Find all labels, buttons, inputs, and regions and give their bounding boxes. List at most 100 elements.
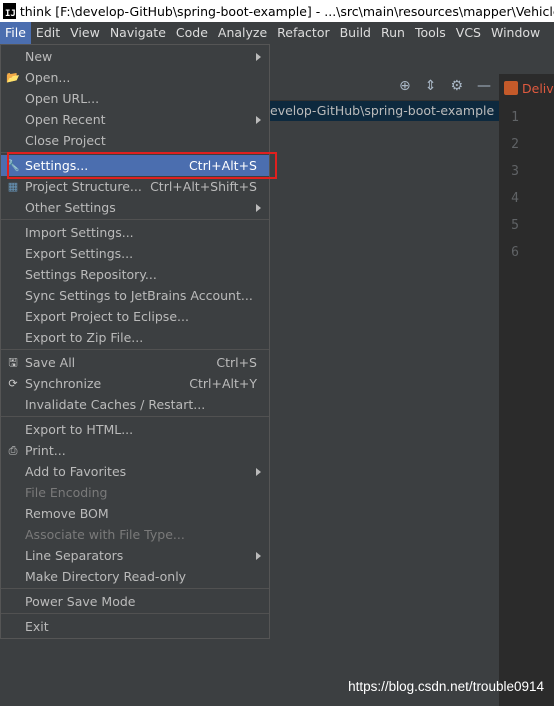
file-menu-item-sync-settings-to-jetbrains-account[interactable]: Sync Settings to JetBrains Account... [1, 285, 269, 306]
editor-tab[interactable]: Deliv [504, 76, 554, 100]
file-menu-item-export-to-zip-file[interactable]: Export to Zip File... [1, 327, 269, 348]
file-menu-item-close-project[interactable]: Close Project [1, 130, 269, 151]
file-menu-item-new[interactable]: New [1, 46, 269, 67]
menu-item-label: Synchronize [25, 376, 102, 391]
menu-item-label: Line Separators [25, 548, 124, 563]
file-menu-item-open-recent[interactable]: Open Recent [1, 109, 269, 130]
submenu-arrow-icon [256, 53, 261, 61]
file-menu-item-settings[interactable]: 🔧 Settings... Ctrl+Alt+S [1, 155, 269, 176]
line-number: 5 [511, 218, 519, 233]
project-structure-icon: ▦ [7, 179, 19, 193]
menu-item-label: Import Settings... [25, 225, 134, 240]
menu-item-label: Project Structure... [25, 179, 142, 194]
file-menu-item-associate-with-file-type: Associate with File Type... [1, 524, 269, 545]
editor-tab-label: Deliv [522, 80, 554, 96]
menu-navigate[interactable]: Navigate [105, 22, 171, 44]
file-menu-item-print[interactable]: ⎙ Print... [1, 440, 269, 461]
line-number: 2 [511, 137, 519, 152]
line-number: 6 [511, 245, 519, 260]
menu-item-label: Export Settings... [25, 246, 134, 261]
file-menu-item-settings-repository[interactable]: Settings Repository... [1, 264, 269, 285]
line-number-gutter: 1 2 3 4 5 6 [499, 104, 519, 266]
menu-separator [1, 349, 269, 350]
editor-area: Deliv 1 2 3 4 5 6 [499, 74, 554, 706]
menu-item-shortcut: Ctrl+Alt+Y [189, 376, 257, 391]
menu-separator [1, 588, 269, 589]
submenu-arrow-icon [256, 204, 261, 212]
file-menu-item-export-settings[interactable]: Export Settings... [1, 243, 269, 264]
line-number: 1 [511, 110, 519, 125]
menu-item-label: Associate with File Type... [25, 527, 185, 542]
window-title: think [F:\develop-GitHub\spring-boot-exa… [19, 3, 554, 19]
menu-item-shortcut: Ctrl+Alt+S [188, 158, 257, 173]
intellij-app-icon: IJ [3, 3, 16, 19]
menu-bar: File Edit View Navigate Code Analyze Refactor B… [0, 22, 554, 44]
menu-build[interactable]: Build [335, 22, 376, 44]
file-menu-item-file-encoding: File Encoding [1, 482, 269, 503]
menu-refactor[interactable]: Refactor [272, 22, 334, 44]
file-menu-item-power-save-mode[interactable]: Power Save Mode [1, 591, 269, 612]
menu-item-label: Settings... [25, 158, 89, 173]
submenu-arrow-icon [256, 468, 261, 476]
menu-item-label: Save All [25, 355, 76, 370]
project-root-path: evelop-GitHub\spring-boot-example [270, 103, 495, 118]
file-menu-item-remove-bom[interactable]: Remove BOM [1, 503, 269, 524]
menu-item-label: Sync Settings to JetBrains Account... [25, 288, 253, 303]
file-menu-item-line-separators[interactable]: Line Separators [1, 545, 269, 566]
menu-item-label: Export Project to Eclipse... [25, 309, 189, 324]
menu-separator [1, 152, 269, 153]
file-menu-item-export-project-to-eclipse[interactable]: Export Project to Eclipse... [1, 306, 269, 327]
print-icon: ⎙ [8, 443, 18, 457]
file-menu-item-save-all[interactable]: 🖫 Save All Ctrl+S [1, 352, 269, 373]
menu-view[interactable]: View [65, 22, 105, 44]
menu-vcs[interactable]: VCS [451, 22, 486, 44]
menu-edit[interactable]: Edit [31, 22, 65, 44]
file-menu-item-export-to-html[interactable]: Export to HTML... [1, 419, 269, 440]
menu-item-label: Print... [25, 443, 66, 458]
file-menu-item-add-to-favorites[interactable]: Add to Favorites [1, 461, 269, 482]
menu-code[interactable]: Code [171, 22, 213, 44]
menu-item-label: Open URL... [25, 91, 100, 106]
save-icon: 🖫 [8, 355, 18, 369]
target-icon[interactable]: ⊕ [399, 78, 411, 94]
line-number: 3 [511, 164, 519, 179]
file-menu-item-open[interactable]: 📂 Open... [1, 67, 269, 88]
menu-item-label: Invalidate Caches / Restart... [25, 397, 206, 412]
file-menu-item-invalidate-caches-restart[interactable]: Invalidate Caches / Restart... [1, 394, 269, 415]
menu-item-label: Make Directory Read-only [25, 569, 187, 584]
menu-analyze[interactable]: Analyze [213, 22, 272, 44]
line-number: 4 [511, 191, 519, 206]
file-menu-item-make-directory-read-only[interactable]: Make Directory Read-only [1, 566, 269, 587]
file-menu-item-import-settings[interactable]: Import Settings... [1, 222, 269, 243]
menu-item-label: Exit [25, 619, 49, 634]
menu-item-label: Other Settings [25, 200, 116, 215]
menu-item-label: Add to Favorites [25, 464, 127, 479]
menu-separator [1, 219, 269, 220]
menu-item-label: Power Save Mode [25, 594, 136, 609]
watermark: https://blog.csdn.net/trouble0914 [348, 679, 544, 694]
sync-icon: ⟳ [8, 376, 18, 390]
gear-icon[interactable]: ⚙ [450, 78, 463, 94]
menu-separator [1, 613, 269, 614]
wrench-icon: 🔧 [6, 158, 20, 172]
menu-item-label: Close Project [25, 133, 106, 148]
file-menu-item-project-structure[interactable]: ▦ Project Structure... Ctrl+Alt+Shift+S [1, 176, 269, 197]
folder-icon: 📂 [6, 70, 20, 84]
menu-item-label: Settings Repository... [25, 267, 157, 282]
menu-item-label: Export to Zip File... [25, 330, 144, 345]
menu-item-label: Open Recent [25, 112, 106, 127]
menu-run[interactable]: Run [376, 22, 410, 44]
menu-item-label: Remove BOM [25, 506, 109, 521]
menu-file[interactable]: File [0, 22, 31, 44]
menu-tools[interactable]: Tools [410, 22, 451, 44]
menu-item-label: Open... [25, 70, 71, 85]
file-menu-item-exit[interactable]: Exit [1, 616, 269, 637]
file-menu-item-synchronize[interactable]: ⟳ Synchronize Ctrl+Alt+Y [1, 373, 269, 394]
minimize-icon[interactable]: — [477, 78, 491, 94]
menu-item-shortcut: Ctrl+S [216, 355, 257, 370]
collapse-icon[interactable]: ⇕ [425, 78, 437, 94]
file-menu-item-open-url[interactable]: Open URL... [1, 88, 269, 109]
file-menu-item-other-settings[interactable]: Other Settings [1, 197, 269, 218]
xml-file-icon [504, 81, 518, 95]
menu-window[interactable]: Window [486, 22, 545, 44]
